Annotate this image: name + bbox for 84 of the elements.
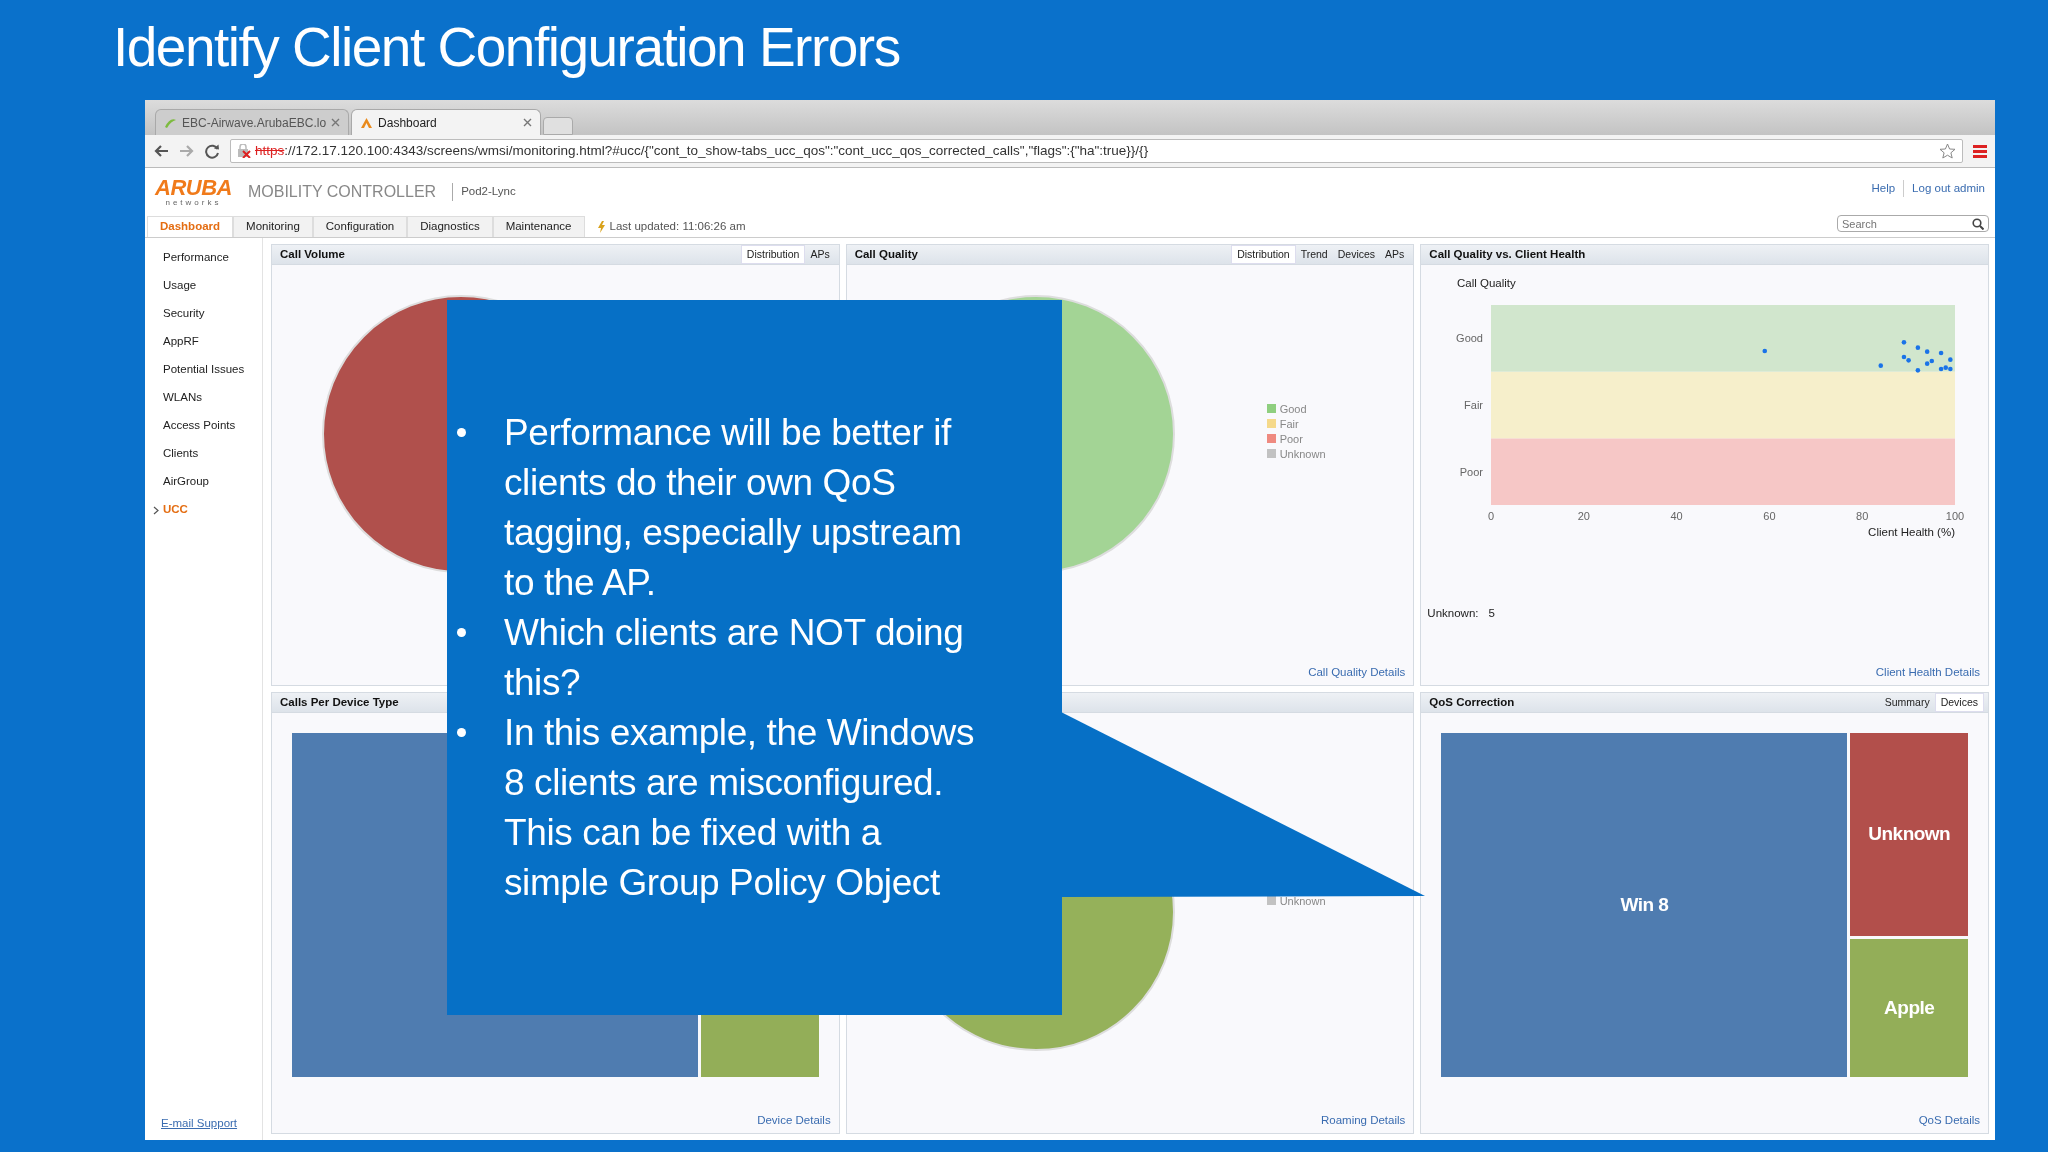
header-link[interactable]: Log out admin <box>1912 180 1985 198</box>
slide-title: Identify Client Configuration Errors <box>112 15 901 80</box>
panel-title: Call Volume <box>280 246 345 262</box>
axis-title: Call Quality <box>1457 277 1517 289</box>
sidebar-item[interactable]: AppRF <box>145 328 262 356</box>
logo-text: ARUBA <box>155 177 232 199</box>
page-icon <box>360 116 374 129</box>
sidebar-item[interactable]: WLANs <box>145 384 262 412</box>
sidebar-item[interactable]: Potential Issues <box>145 356 262 384</box>
last-updated-text: Last updated: 11:06:26 am <box>609 218 746 234</box>
lightning-icon <box>596 220 606 233</box>
panel-tab[interactable]: Summary <box>1879 693 1935 712</box>
unknown-count: 5 <box>1488 606 1495 621</box>
panel-tab[interactable]: Distribution <box>1231 244 1296 265</box>
forward-icon[interactable] <box>179 144 195 158</box>
panel-title: Call Quality <box>854 246 918 262</box>
tick-label: 0 <box>1488 510 1495 522</box>
details-link[interactable]: Call Quality Details <box>1308 665 1406 678</box>
details-link[interactable]: Client Health Details <box>1875 665 1980 678</box>
sidebar-item[interactable]: Clients <box>145 440 262 468</box>
url-field[interactable]: https://172.17.120.100:4343/screens/wmsi/monitoring.html?#ucc/{"cont_to_show-tabs_ucc_qos":"cont_ucc_qos_corrected_calls","flags":{"ha":true}}/{} <box>230 139 1963 163</box>
callout-text: Performance will be better if clients do their own QoS tagging, especially upstream to the AP. <box>504 411 963 605</box>
sidebar-item[interactable]: Security <box>145 300 262 328</box>
reload-icon[interactable] <box>205 143 220 159</box>
sidebar-item[interactable]: AirGroup <box>145 468 262 496</box>
nav-tab[interactable]: Maintenance <box>492 216 585 237</box>
legend-item: Good <box>1266 402 1326 417</box>
menu-icon[interactable] <box>1973 144 1987 158</box>
band-label: Good <box>1456 332 1484 345</box>
panel-title: Calls Per Device Type <box>280 694 399 710</box>
panel-tab[interactable]: Devices <box>1934 692 1984 713</box>
panel-tab[interactable]: Trend <box>1295 245 1333 264</box>
details-link[interactable]: Device Details <box>757 1113 831 1126</box>
header-link[interactable]: Help <box>1871 180 1896 198</box>
legend-item: Poor <box>1266 432 1326 447</box>
nav-tab[interactable]: Diagnostics <box>407 216 493 237</box>
band-label: Fair <box>1464 399 1484 411</box>
legend-item: Unknown <box>1266 894 1326 909</box>
tick-label: 100 <box>1946 510 1965 522</box>
close-icon[interactable] <box>331 118 341 127</box>
logo-subtext: networks <box>165 199 222 207</box>
search-field[interactable]: Search <box>1837 215 1989 232</box>
sidebar-item[interactable]: Usage <box>145 272 262 300</box>
panel-tab[interactable]: APs <box>805 245 835 264</box>
panel-tab[interactable]: Distribution <box>740 244 806 265</box>
band-label: Poor <box>1460 465 1484 478</box>
bullet-icon <box>457 628 466 637</box>
device-name: Pod2-Lync <box>452 183 516 201</box>
star-icon[interactable] <box>1939 143 1956 159</box>
page-icon <box>164 116 177 129</box>
chevron-icon <box>153 505 159 515</box>
legend-item: Unknown <box>1266 447 1326 462</box>
details-link[interactable]: Roaming Details <box>1320 1113 1406 1126</box>
treemap-cell: Apple <box>1850 939 1968 1077</box>
sidebar-item[interactable]: Performance <box>145 244 262 272</box>
panel-title: QoS Correction <box>1429 694 1515 710</box>
treemap-cell: Unknown <box>1850 733 1968 937</box>
panel-tab[interactable]: APs <box>1380 245 1410 264</box>
email-support-link[interactable]: E-mail Support <box>145 1114 262 1132</box>
tick-label: 80 <box>1856 510 1869 522</box>
details-link[interactable]: QoS Details <box>1918 1113 1980 1126</box>
treemap-cell: Win 8 <box>1441 733 1848 1077</box>
nav-tab[interactable]: Monitoring <box>233 216 313 237</box>
bullet-icon <box>457 428 466 437</box>
axis-title: Client Health (%) <box>1868 526 1956 538</box>
tick-label: 60 <box>1763 510 1776 522</box>
callout-text: Which clients are NOT doing this? <box>504 611 965 705</box>
close-icon[interactable] <box>523 118 533 127</box>
sidebar-item[interactable]: Access Points <box>145 412 262 440</box>
tick-label: 40 <box>1670 510 1684 522</box>
back-icon[interactable] <box>153 144 169 158</box>
callout-text: In this example, the Windows 8 clients are misconfigured. This can be fixed with a simple Group Policy Object <box>504 711 976 905</box>
insecure-lock-icon <box>237 144 251 158</box>
bullet-icon <box>457 728 466 737</box>
legend-item: Fair <box>1266 417 1326 432</box>
tick-label: 20 <box>1578 510 1591 522</box>
panel-tab[interactable]: Devices <box>1332 245 1381 264</box>
nav-tab[interactable]: Configuration <box>312 216 408 237</box>
browser-tab[interactable]: EBC-Airwave.ArubaEBC.lo <box>155 109 350 135</box>
unknown-label: Unknown: <box>1427 606 1479 621</box>
search-icon[interactable] <box>1972 218 1984 230</box>
browser-tab[interactable]: Dashboard <box>351 109 542 135</box>
product-name: MOBILITY CONTROLLER <box>247 182 437 202</box>
panel-title: Call Quality vs. Client Health <box>1429 246 1586 262</box>
